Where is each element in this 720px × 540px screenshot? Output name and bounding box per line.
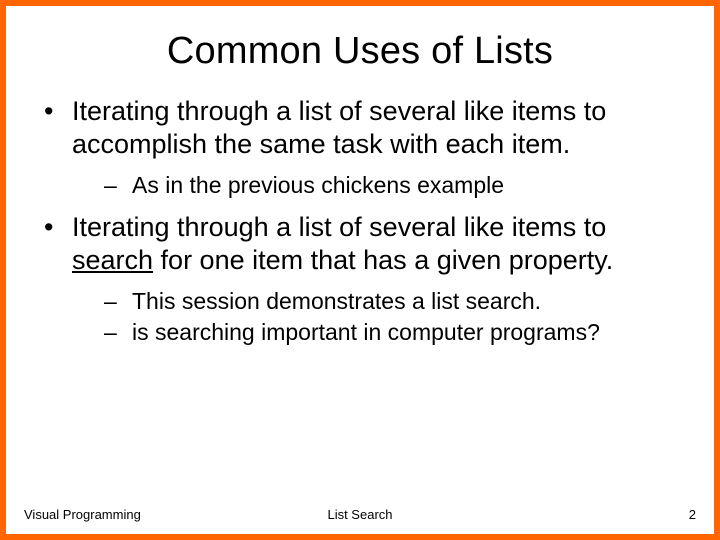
sub-bullet-text: This session demonstrates a list search. <box>132 288 541 314</box>
bullet-item: Iterating through a list of several like… <box>38 211 676 348</box>
sub-bullet-list: This session demonstrates a list search.… <box>72 287 676 348</box>
bullet-item: Iterating through a list of several like… <box>38 95 676 201</box>
bullet-text-part: Iterating through a list of several like… <box>72 212 606 242</box>
bullet-text-part: for one item that has a given property. <box>153 245 613 275</box>
sub-bullet-item: This session demonstrates a list search. <box>72 287 676 317</box>
slide-title: Common Uses of Lists <box>24 30 696 73</box>
slide-body: Iterating through a list of several like… <box>24 95 696 347</box>
sub-bullet-text: is searching important in computer progr… <box>132 319 600 345</box>
slide-footer: Visual Programming List Search 2 <box>24 507 696 522</box>
footer-center: List Search <box>248 507 472 522</box>
sub-bullet-item: is searching important in computer progr… <box>72 318 676 348</box>
slide: Common Uses of Lists Iterating through a… <box>0 0 720 540</box>
footer-right: 2 <box>472 507 696 522</box>
footer-left: Visual Programming <box>24 507 248 522</box>
sub-bullet-list: As in the previous chickens example <box>72 171 676 201</box>
bullet-text: Iterating through a list of several like… <box>72 96 606 159</box>
sub-bullet-text: As in the previous chickens example <box>132 172 504 198</box>
bullet-text-underline: search <box>72 245 153 275</box>
sub-bullet-item: As in the previous chickens example <box>72 171 676 201</box>
bullet-list: Iterating through a list of several like… <box>38 95 676 347</box>
